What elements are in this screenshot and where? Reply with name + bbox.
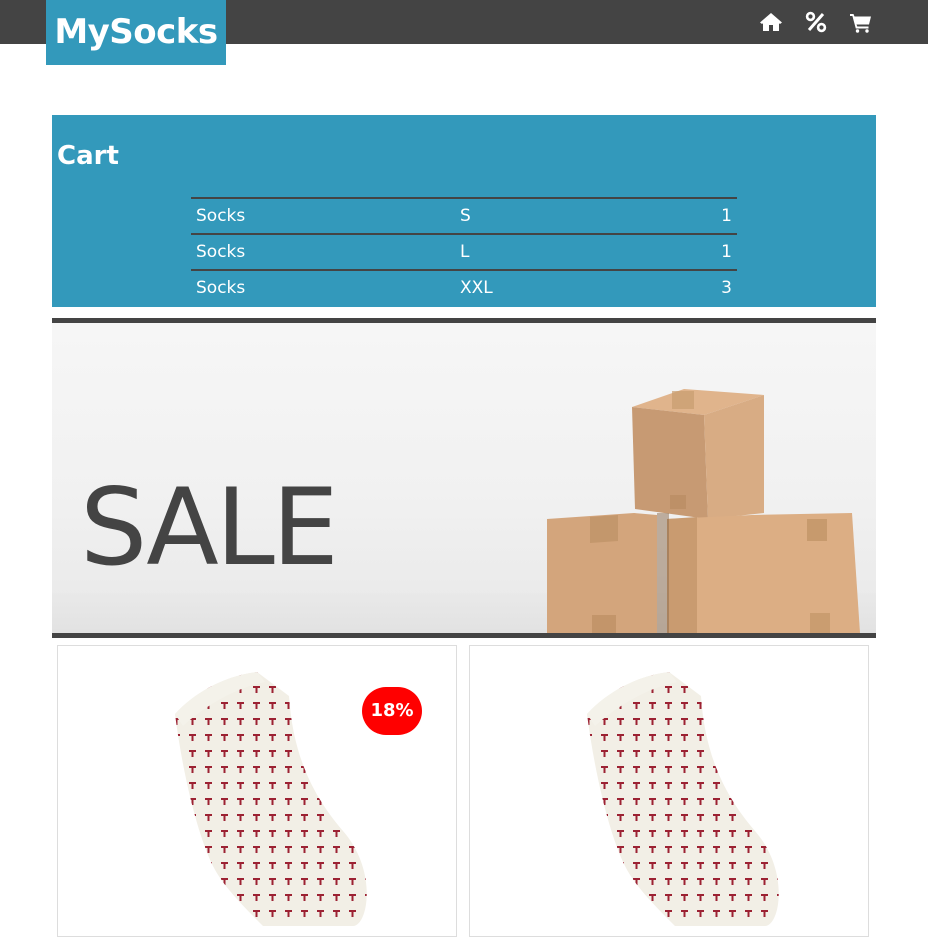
home-icon[interactable] <box>759 10 783 34</box>
cart-icon[interactable] <box>849 10 873 34</box>
cart-item-qty: 1 <box>721 206 732 226</box>
cart-row: Socks S 1 <box>191 198 737 234</box>
sale-heading: SALE <box>80 466 339 589</box>
product-card[interactable]: 18% <box>57 645 457 937</box>
discount-badge: 18% <box>362 687 422 735</box>
site-logo[interactable]: MySocks <box>46 0 226 65</box>
sock-image <box>587 672 779 926</box>
banner-image: SALE <box>52 323 876 633</box>
percent-icon[interactable] <box>804 10 828 34</box>
cart-item-name: Socks <box>196 206 246 226</box>
cart-title: Cart <box>57 141 119 171</box>
cart-item-size: S <box>460 206 471 226</box>
cart-item-qty: 1 <box>721 242 732 262</box>
product-card[interactable] <box>469 645 869 937</box>
cart-item-name: Socks <box>196 242 246 262</box>
cart-item-name: Socks <box>196 278 246 298</box>
cart-table: Socks S 1 Socks L 1 Socks XXL 3 <box>191 197 737 305</box>
cart-panel: Cart Socks S 1 Socks L 1 Socks XXL 3 <box>52 115 876 307</box>
cart-item-size: L <box>460 242 470 262</box>
cart-item-qty: 3 <box>721 278 732 298</box>
sale-banner[interactable]: SALE <box>52 318 876 638</box>
cart-row: Socks XXL 3 <box>191 270 737 305</box>
cart-row: Socks L 1 <box>191 234 737 270</box>
cart-item-size: XXL <box>460 278 493 298</box>
sock-image <box>175 672 367 926</box>
